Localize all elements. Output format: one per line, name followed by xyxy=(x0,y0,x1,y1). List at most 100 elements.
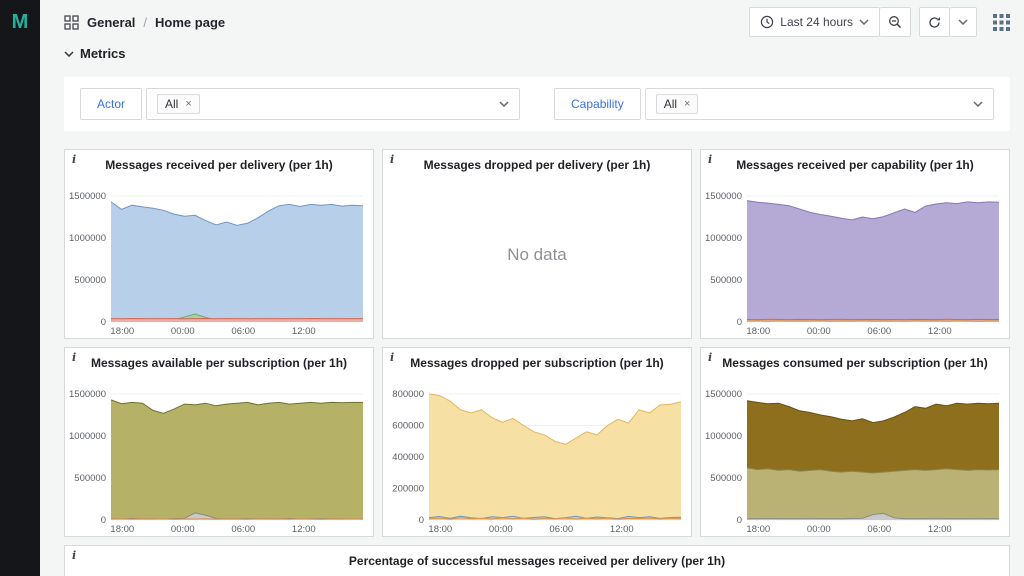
panel-title[interactable]: Messages consumed per subscription (per … xyxy=(701,348,1009,370)
info-icon[interactable]: i xyxy=(390,153,394,166)
svg-text:12:00: 12:00 xyxy=(928,524,952,535)
breadcrumb-page[interactable]: Home page xyxy=(155,15,225,30)
zoom-out-icon xyxy=(888,15,902,29)
chip-value: All xyxy=(165,97,178,111)
chevron-down-icon xyxy=(958,19,968,25)
svg-text:12:00: 12:00 xyxy=(610,524,634,535)
zoom-out-button[interactable] xyxy=(880,7,911,37)
svg-text:0: 0 xyxy=(737,515,742,526)
svg-text:500000: 500000 xyxy=(74,275,106,286)
refresh-interval-button[interactable] xyxy=(950,7,977,37)
panel-title[interactable]: Messages received per delivery (per 1h) xyxy=(65,150,373,172)
svg-text:1000000: 1000000 xyxy=(705,431,742,442)
refresh-icon xyxy=(928,16,941,29)
metrics-section-header[interactable]: Metrics xyxy=(64,46,1010,61)
no-data-message: No data xyxy=(383,245,691,265)
metrics-section-title: Metrics xyxy=(80,46,126,61)
panel-title[interactable]: Messages dropped per subscription (per 1… xyxy=(383,348,691,370)
panel-body: 05000001000000150000018:0000:0006:0012:0… xyxy=(65,172,373,338)
actor-filter-chip: All × xyxy=(157,94,200,114)
main-area: General / Home page Last 24 hours xyxy=(40,0,1024,576)
chevron-down-icon xyxy=(499,101,509,107)
info-icon[interactable]: i xyxy=(72,549,76,562)
svg-text:1500000: 1500000 xyxy=(69,389,106,400)
svg-text:1500000: 1500000 xyxy=(69,191,106,202)
svg-text:06:00: 06:00 xyxy=(867,326,891,337)
svg-text:00:00: 00:00 xyxy=(171,524,195,535)
dashboard-grid-icon xyxy=(64,15,79,30)
refresh-button[interactable] xyxy=(919,7,950,37)
info-icon[interactable]: i xyxy=(708,351,712,364)
panel-title[interactable]: Messages available per subscription (per… xyxy=(65,348,373,370)
info-icon[interactable]: i xyxy=(72,351,76,364)
breadcrumb-separator: / xyxy=(143,15,147,30)
app-logo[interactable]: M xyxy=(12,12,29,576)
svg-text:200000: 200000 xyxy=(392,484,424,495)
svg-text:00:00: 00:00 xyxy=(171,326,195,337)
info-icon[interactable]: i xyxy=(390,351,394,364)
svg-text:12:00: 12:00 xyxy=(928,326,952,337)
time-controls: Last 24 hours xyxy=(749,7,911,37)
svg-text:500000: 500000 xyxy=(710,473,742,484)
panel-body: 020000040000060000080000018:0000:0006:00… xyxy=(383,370,691,536)
svg-text:600000: 600000 xyxy=(392,421,424,432)
svg-text:18:00: 18:00 xyxy=(428,524,452,535)
svg-text:0: 0 xyxy=(737,317,742,328)
svg-text:18:00: 18:00 xyxy=(746,524,770,535)
svg-text:400000: 400000 xyxy=(392,452,424,463)
capability-filter-chip: All × xyxy=(656,94,699,114)
chevron-down-icon xyxy=(64,51,74,57)
time-range-label: Last 24 hours xyxy=(780,15,853,29)
remove-icon[interactable]: × xyxy=(684,98,690,110)
panel-messages-dropped-per-delivery: i Messages dropped per delivery (per 1h)… xyxy=(382,149,692,339)
panel-title[interactable]: Messages received per capability (per 1h… xyxy=(701,150,1009,172)
info-icon[interactable]: i xyxy=(72,153,76,166)
top-bar: General / Home page Last 24 hours xyxy=(64,0,1010,44)
actor-filter: Actor All × xyxy=(80,88,520,120)
svg-text:06:00: 06:00 xyxy=(867,524,891,535)
panel-body: 05000001000000150000018:0000:0006:0012:0… xyxy=(701,172,1009,338)
svg-text:500000: 500000 xyxy=(710,275,742,286)
area-chart[interactable]: 05000001000000150000018:0000:0006:0012:0… xyxy=(65,188,373,338)
svg-text:00:00: 00:00 xyxy=(807,326,831,337)
svg-text:1000000: 1000000 xyxy=(705,233,742,244)
svg-text:00:00: 00:00 xyxy=(807,524,831,535)
panel-messages-received-per-delivery: i Messages received per delivery (per 1h… xyxy=(64,149,374,339)
area-chart[interactable]: 020000040000060000080000018:0000:0006:00… xyxy=(383,386,691,536)
breadcrumb: General / Home page xyxy=(64,15,225,30)
remove-icon[interactable]: × xyxy=(185,98,191,110)
refresh-controls xyxy=(919,7,977,37)
area-chart[interactable]: 05000001000000150000018:0000:0006:0012:0… xyxy=(65,386,373,536)
time-range-button[interactable]: Last 24 hours xyxy=(749,7,880,37)
svg-text:18:00: 18:00 xyxy=(110,524,134,535)
panel-grid: i Messages received per delivery (per 1h… xyxy=(64,149,1010,537)
capability-filter: Capability All × xyxy=(554,88,994,120)
breadcrumb-section[interactable]: General xyxy=(87,15,135,30)
area-chart[interactable]: 05000001000000150000018:0000:0006:0012:0… xyxy=(701,188,1009,338)
svg-text:0: 0 xyxy=(101,515,106,526)
panel-body: No data xyxy=(383,172,691,338)
svg-text:06:00: 06:00 xyxy=(231,326,255,337)
info-icon[interactable]: i xyxy=(708,153,712,166)
chevron-down-icon xyxy=(973,101,983,107)
area-chart[interactable]: 05000001000000150000018:0000:0006:0012:0… xyxy=(701,386,1009,536)
panel-title[interactable]: Percentage of successful messages receiv… xyxy=(65,546,1009,568)
svg-text:18:00: 18:00 xyxy=(110,326,134,337)
capability-filter-label: Capability xyxy=(554,88,641,120)
svg-text:00:00: 00:00 xyxy=(489,524,513,535)
svg-text:12:00: 12:00 xyxy=(292,524,316,535)
panel-messages-available-per-subscription: i Messages available per subscription (p… xyxy=(64,347,374,537)
panel-title[interactable]: Messages dropped per delivery (per 1h) xyxy=(383,150,691,172)
actor-filter-label: Actor xyxy=(80,88,142,120)
clock-icon xyxy=(760,15,774,29)
svg-text:18:00: 18:00 xyxy=(746,326,770,337)
svg-text:0: 0 xyxy=(419,515,424,526)
actor-filter-select[interactable]: All × xyxy=(146,88,520,120)
panel-messages-consumed-per-subscription: i Messages consumed per subscription (pe… xyxy=(700,347,1010,537)
panel-body: 05000001000000150000018:0000:0006:0012:0… xyxy=(65,370,373,536)
svg-text:1000000: 1000000 xyxy=(69,233,106,244)
capability-filter-select[interactable]: All × xyxy=(645,88,994,120)
chip-value: All xyxy=(664,97,677,111)
apps-grid-icon[interactable] xyxy=(993,14,1010,31)
svg-text:0: 0 xyxy=(101,317,106,328)
